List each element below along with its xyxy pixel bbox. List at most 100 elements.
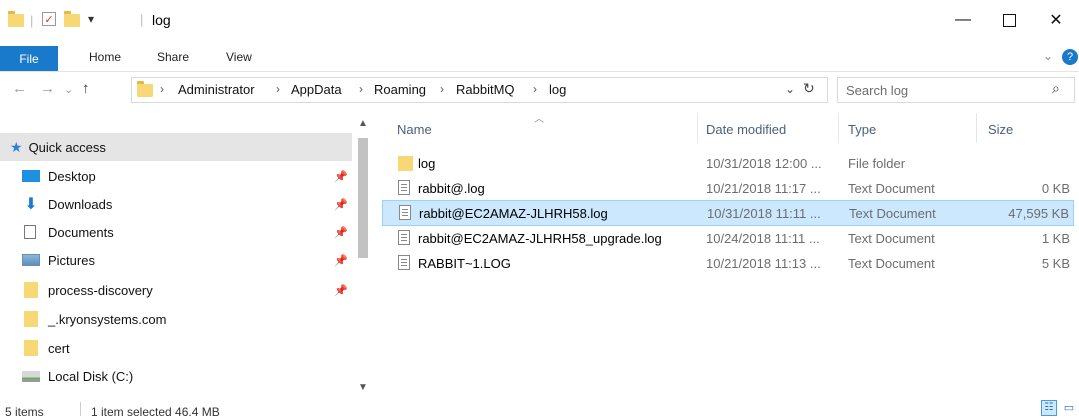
- details-view-icon[interactable]: ☷: [1041, 400, 1057, 416]
- sort-ascending-icon: ︿: [534, 114, 544, 125]
- maximize-icon: [1002, 13, 1016, 27]
- properties-icon[interactable]: ✓: [42, 12, 56, 26]
- folder-icon: [24, 282, 38, 298]
- text-file-icon: [398, 255, 410, 270]
- breadcrumb-separator[interactable]: ›: [533, 82, 537, 96]
- column-header-name[interactable]: Name: [397, 122, 432, 137]
- text-file-icon: [398, 180, 410, 195]
- close-button[interactable]: ✕: [1033, 0, 1079, 40]
- maximize-button[interactable]: [986, 0, 1032, 40]
- scroll-up-icon[interactable]: ▲: [358, 118, 368, 129]
- pin-icon[interactable]: 📌: [334, 284, 348, 297]
- breadcrumb-appdata[interactable]: AppData: [291, 82, 342, 97]
- pictures-icon: [22, 254, 40, 266]
- sidebar-item-process-discovery[interactable]: process-discovery 📌: [0, 276, 352, 304]
- new-folder-icon[interactable]: [64, 11, 80, 27]
- pin-icon[interactable]: 📌: [334, 226, 348, 239]
- sidebar-item-label: Pictures: [48, 252, 95, 268]
- file-name: rabbit@EC2AMAZ-JLHRH58_upgrade.log: [418, 231, 662, 246]
- sidebar-item-desktop[interactable]: Desktop 📌: [0, 162, 352, 190]
- search-placeholder: Search log: [846, 83, 909, 98]
- documents-icon: [24, 225, 36, 239]
- desktop-icon: [22, 170, 40, 182]
- sidebar-item-cert[interactable]: cert: [0, 334, 352, 362]
- minimize-icon: —: [955, 11, 971, 28]
- tab-home[interactable]: Home: [89, 50, 121, 64]
- tab-file[interactable]: File: [0, 46, 58, 71]
- download-icon: ⬇: [24, 196, 38, 213]
- expand-ribbon-icon[interactable]: ⌄: [1043, 49, 1053, 63]
- file-name: RABBIT~1.LOG: [418, 256, 511, 271]
- sidebar-item-documents[interactable]: Documents 📌: [0, 218, 352, 246]
- address-dropdown-icon[interactable]: ⌄: [785, 82, 795, 96]
- breadcrumb-separator[interactable]: ›: [359, 82, 363, 96]
- file-date: 10/31/2018 11:11 ...: [707, 206, 821, 221]
- sidebar-item-label: Desktop: [48, 168, 96, 184]
- folder-icon: [8, 11, 24, 27]
- column-header-date[interactable]: Date modified: [706, 122, 786, 137]
- tab-share[interactable]: Share: [157, 50, 189, 64]
- pin-icon[interactable]: 📌: [334, 170, 348, 183]
- file-row[interactable]: RABBIT~1.LOG 10/21/2018 11:13 ... Text D…: [382, 251, 1074, 276]
- file-type: Text Document: [848, 256, 935, 271]
- up-icon[interactable]: ↑: [82, 80, 90, 97]
- text-file-icon: [399, 205, 411, 220]
- scroll-down-icon[interactable]: ▼: [358, 382, 368, 393]
- sidebar-item-label: Quick access: [28, 139, 106, 155]
- file-type: File folder: [848, 156, 906, 171]
- divider: |: [30, 13, 34, 28]
- column-divider[interactable]: [976, 113, 977, 143]
- file-row[interactable]: rabbit@EC2AMAZ-JLHRH58_upgrade.log 10/24…: [382, 226, 1074, 251]
- file-type: Text Document: [848, 231, 935, 246]
- file-row[interactable]: log 10/31/2018 12:00 ... File folder: [382, 151, 1074, 176]
- file-type: Text Document: [848, 181, 935, 196]
- minimize-button[interactable]: —: [940, 0, 986, 40]
- forward-icon[interactable]: →: [40, 80, 55, 97]
- status-selection: 1 item selected 46.4 MB: [91, 405, 220, 419]
- folder-icon: [137, 81, 153, 97]
- file-row-selected[interactable]: rabbit@EC2AMAZ-JLHRH58.log 10/31/2018 11…: [382, 200, 1074, 226]
- file-date: 10/21/2018 11:17 ...: [706, 181, 821, 196]
- sidebar-item-pictures[interactable]: Pictures 📌: [0, 246, 352, 274]
- text-file-icon: [398, 230, 410, 245]
- breadcrumb-separator[interactable]: ›: [276, 82, 280, 96]
- breadcrumb-roaming[interactable]: Roaming: [374, 82, 426, 97]
- star-icon: ★: [10, 138, 23, 155]
- column-divider[interactable]: [697, 113, 698, 143]
- help-icon[interactable]: ?: [1062, 49, 1078, 65]
- file-date: 10/21/2018 11:13 ...: [706, 256, 821, 271]
- back-icon[interactable]: ←: [12, 80, 27, 97]
- title-bar: | ✓ ▾ | log — ✕: [0, 0, 1079, 46]
- folder-icon: [398, 156, 413, 171]
- column-divider[interactable]: [838, 113, 839, 143]
- sidebar-item-quick-access[interactable]: ★ Quick access: [0, 133, 352, 161]
- column-header-type[interactable]: Type: [848, 122, 876, 137]
- breadcrumb-separator[interactable]: ›: [440, 82, 444, 96]
- nav-scrollbar-thumb[interactable]: [358, 138, 368, 258]
- file-size: 1 KB: [1041, 231, 1070, 246]
- folder-icon: [24, 311, 38, 327]
- sidebar-item-local-disk[interactable]: Local Disk (C:): [0, 362, 352, 390]
- pin-icon[interactable]: 📌: [334, 254, 348, 267]
- status-item-count: 5 items: [5, 405, 44, 419]
- column-header-size[interactable]: Size: [988, 122, 1013, 137]
- file-size: 47,595 KB: [1008, 206, 1069, 221]
- breadcrumb-administrator[interactable]: Administrator: [178, 82, 255, 97]
- sidebar-item-label: Downloads: [48, 196, 113, 212]
- large-icons-view-icon[interactable]: ▭: [1061, 400, 1077, 416]
- customize-toolbar-icon[interactable]: ▾: [88, 12, 94, 26]
- search-icon[interactable]: ⌕: [1052, 80, 1060, 97]
- sidebar-item-downloads[interactable]: ⬇ Downloads 📌: [0, 190, 352, 218]
- sidebar-item-label: Local Disk (C:): [48, 368, 134, 384]
- sidebar-item-kryonsystems[interactable]: _.kryonsystems.com: [0, 305, 352, 333]
- recent-locations-icon[interactable]: ⌄: [64, 83, 73, 96]
- breadcrumb-rabbitmq[interactable]: RabbitMQ: [456, 82, 515, 97]
- file-name: rabbit@.log: [418, 181, 485, 196]
- divider: [80, 402, 81, 416]
- pin-icon[interactable]: 📌: [334, 198, 348, 211]
- breadcrumb-log[interactable]: log: [549, 82, 566, 97]
- tab-view[interactable]: View: [226, 50, 252, 64]
- file-row[interactable]: rabbit@.log 10/21/2018 11:17 ... Text Do…: [382, 176, 1074, 201]
- refresh-icon[interactable]: ↻: [803, 80, 815, 97]
- breadcrumb-separator[interactable]: ›: [160, 82, 164, 96]
